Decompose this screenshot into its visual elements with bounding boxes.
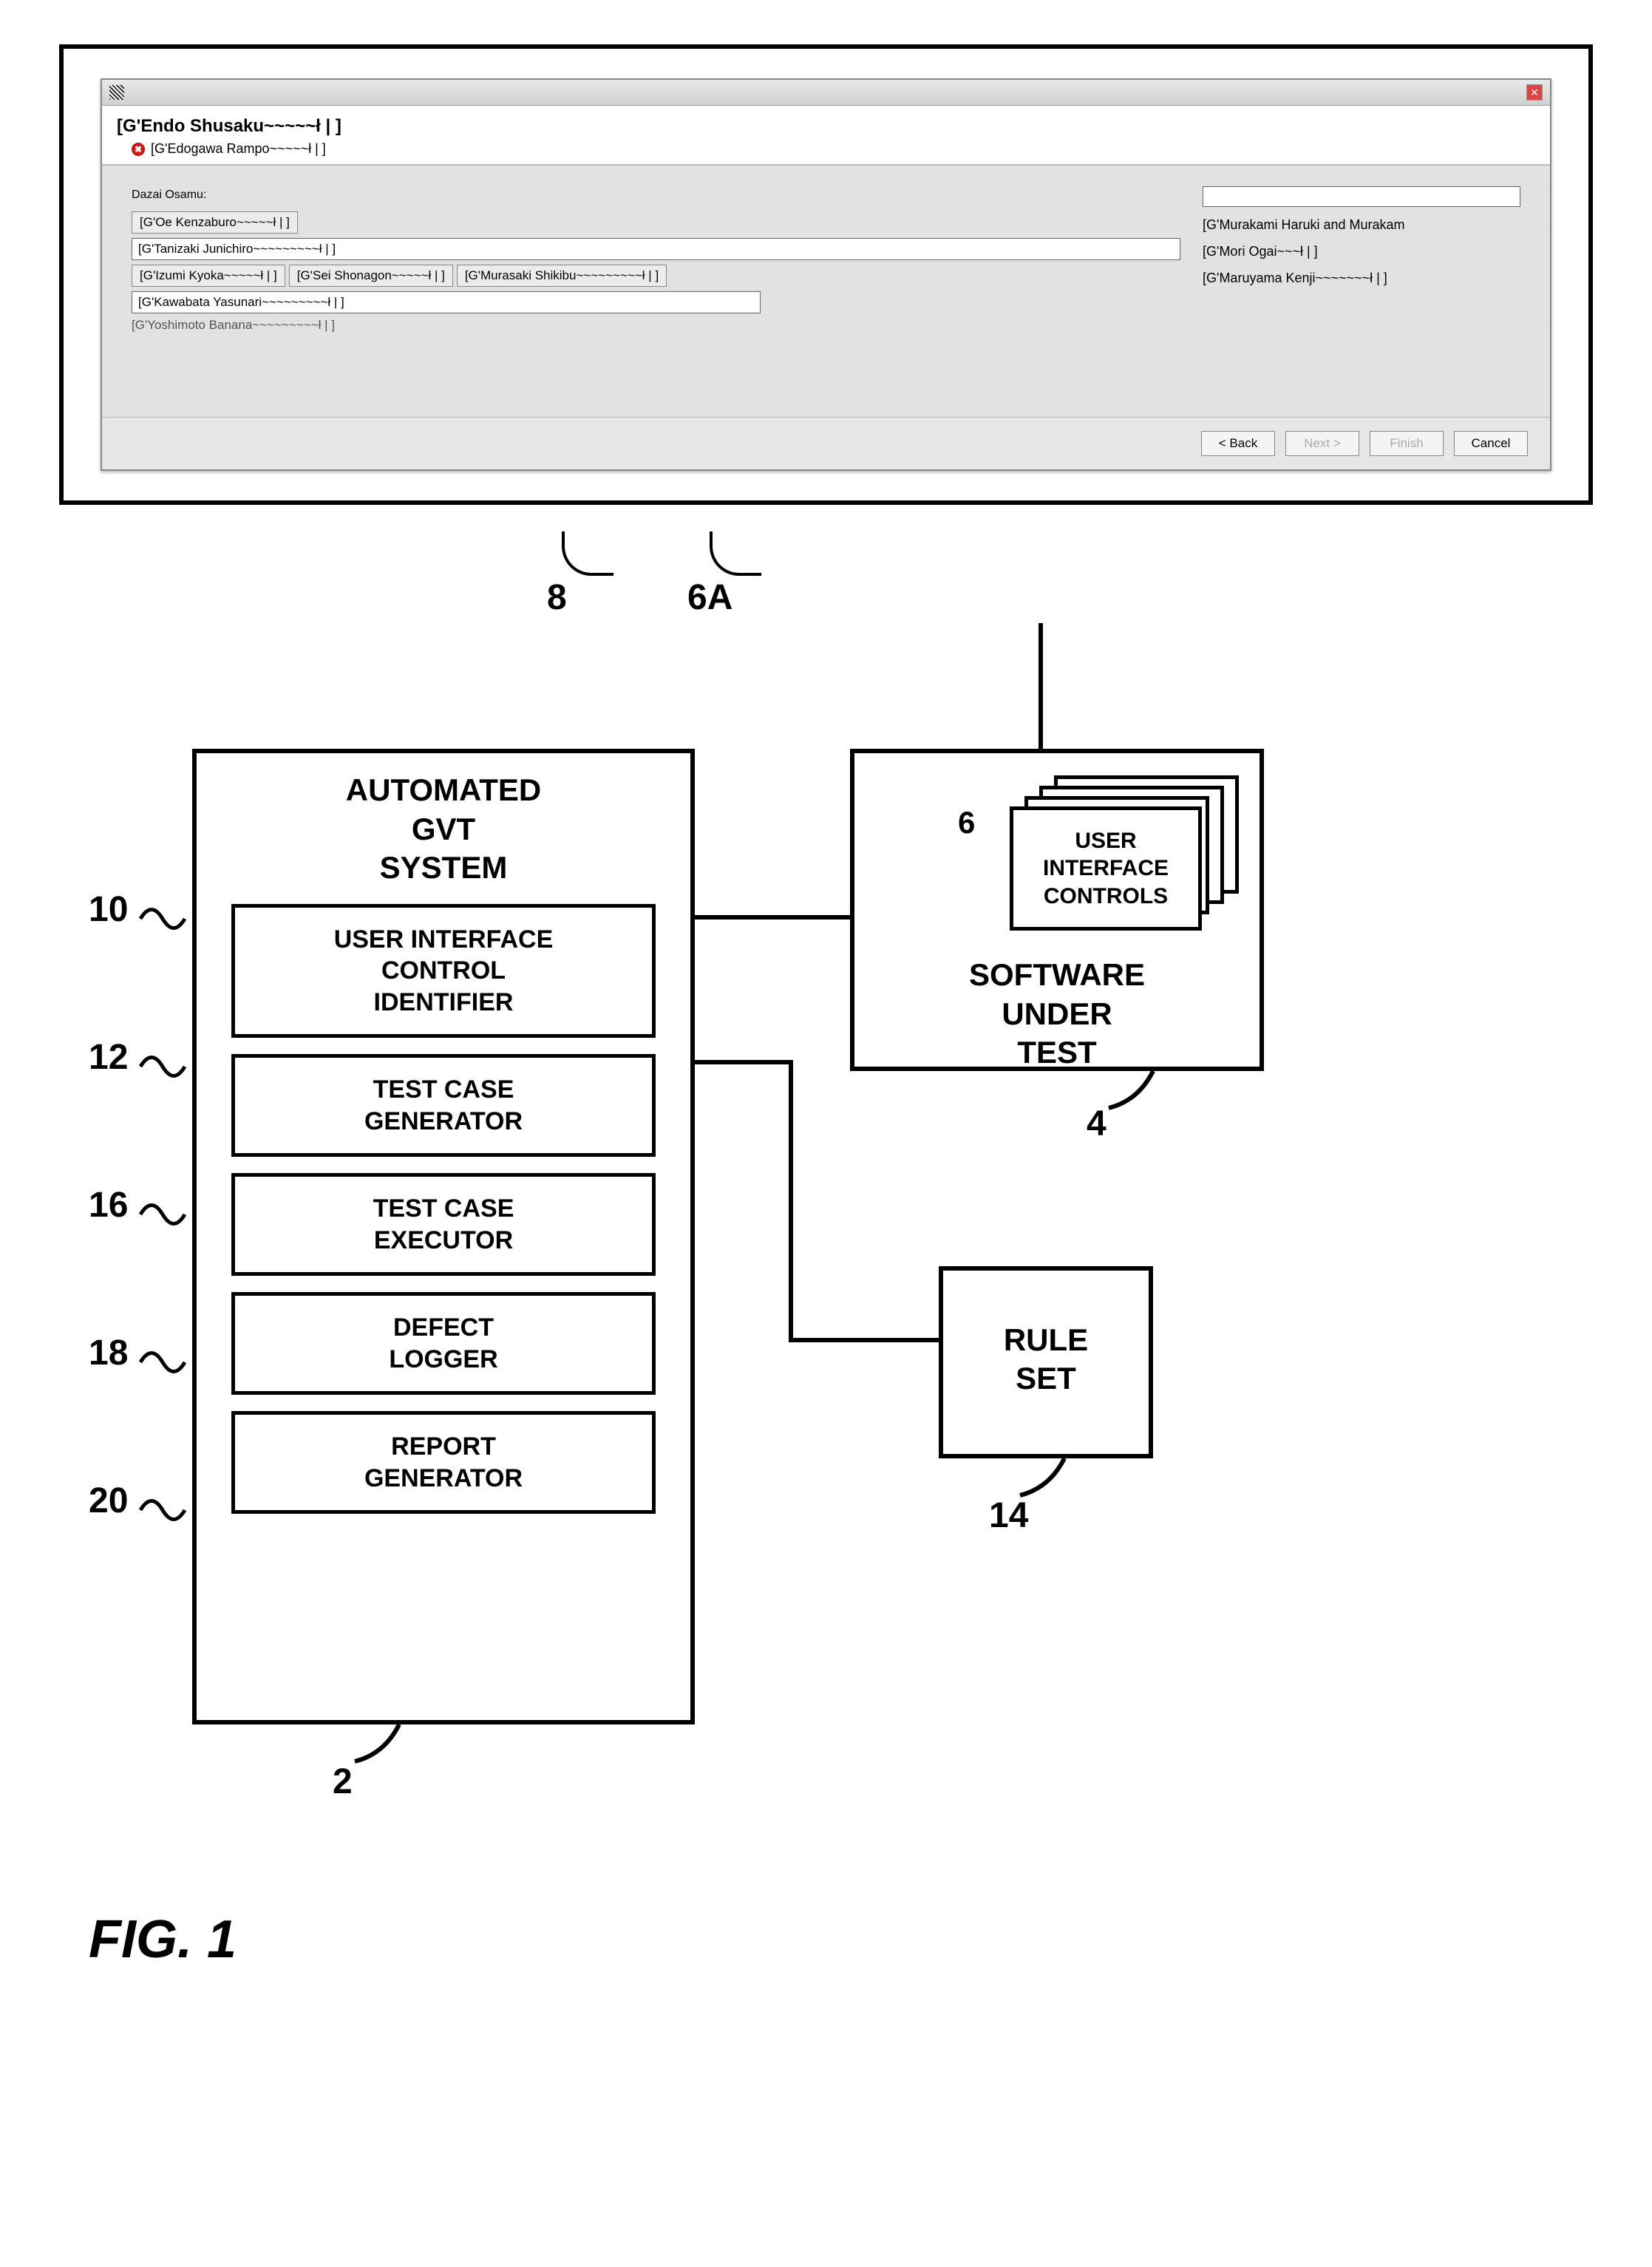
- ref-12: 12: [89, 1037, 128, 1078]
- field-kawabata[interactable]: [G'Kawabata Yasunari~~~~~~~~~ł | ]: [132, 291, 761, 313]
- field-label: Dazai Osamu:: [132, 188, 1180, 202]
- ui-controls-stack: USER INTERFACE CONTROLS: [1010, 775, 1246, 923]
- block-diagram: AUTOMATED GVT SYSTEM USER INTERFACE CONT…: [59, 623, 1593, 1880]
- dialog-footer: < Back Next > Finish Cancel: [102, 417, 1550, 469]
- title-bar: ✕: [102, 80, 1550, 106]
- cancel-button[interactable]: Cancel: [1454, 431, 1528, 456]
- dialog-title: [G'Endo Shusaku~~~~~ł | ]: [117, 116, 1535, 137]
- app-icon: [109, 85, 124, 100]
- field-tanizaki[interactable]: [G'Tanizaki Junichiro~~~~~~~~~ł | ]: [132, 238, 1180, 260]
- ref-2: 2: [333, 1761, 353, 1802]
- automated-gvt-system: AUTOMATED GVT SYSTEM USER INTERFACE CONT…: [192, 749, 695, 1724]
- test-case-generator: TEST CASE GENERATOR: [231, 1054, 656, 1157]
- ref-10: 10: [89, 889, 128, 930]
- ref-6a: 6A: [687, 577, 732, 618]
- label-murakami: [G'Murakami Haruki and Murakam: [1203, 217, 1405, 232]
- ref-8: 8: [547, 577, 567, 618]
- ref-16: 16: [89, 1185, 128, 1226]
- finish-button[interactable]: Finish: [1370, 431, 1444, 456]
- screenshot-frame: ✕ [G'Endo Shusaku~~~~~ł | ] ✖ [G'Edogawa…: [59, 44, 1593, 505]
- figure-label: FIG. 1: [89, 1909, 1593, 1970]
- ui-controls-box: USER INTERFACE CONTROLS: [1010, 806, 1202, 931]
- report-generator: REPORT GENERATOR: [231, 1411, 656, 1514]
- ref-14: 14: [989, 1495, 1028, 1536]
- label-maruyama: [G'Maruyama Kenji~~~~~~~ł | ]: [1203, 271, 1387, 285]
- label-mori: [G'Mori Ogai~~~ł | ]: [1203, 244, 1318, 259]
- ref-4: 4: [1087, 1104, 1107, 1144]
- next-button[interactable]: Next >: [1285, 431, 1359, 456]
- ref-20: 20: [89, 1481, 128, 1521]
- btn-oe[interactable]: [G'Oe Kenzaburo~~~~~ł | ]: [132, 211, 298, 234]
- ref-18: 18: [89, 1333, 128, 1373]
- text-input-blank[interactable]: [1203, 186, 1520, 207]
- dialog-window: ✕ [G'Endo Shusaku~~~~~ł | ] ✖ [G'Edogawa…: [101, 78, 1551, 471]
- defect-logger: DEFECT LOGGER: [231, 1292, 656, 1395]
- back-button[interactable]: < Back: [1201, 431, 1275, 456]
- sut-title: SOFTWARE UNDER TEST: [960, 938, 1154, 1078]
- dialog-body: Dazai Osamu: [G'Oe Kenzaburo~~~~~ł | ] […: [102, 166, 1550, 417]
- software-under-test: USER INTERFACE CONTROLS 6 SOFTWARE UNDER…: [850, 749, 1264, 1071]
- btn-sei[interactable]: [G'Sei Shonagon~~~~~ł | ]: [289, 265, 453, 287]
- gvt-title: AUTOMATED GVT SYSTEM: [337, 753, 550, 894]
- rule-set: RULE SET: [939, 1266, 1153, 1458]
- dialog-subtitle: [G'Edogawa Rampo~~~~~ł | ]: [151, 141, 326, 157]
- test-case-executor: TEST CASE EXECUTOR: [231, 1173, 656, 1276]
- dialog-header: [G'Endo Shusaku~~~~~ł | ] ✖ [G'Edogawa R…: [102, 106, 1550, 166]
- btn-izumi[interactable]: [G'Izumi Kyoka~~~~~ł | ]: [132, 265, 285, 287]
- btn-murasaki[interactable]: [G'Murasaki Shikibu~~~~~~~~~ł | ]: [457, 265, 667, 287]
- close-icon[interactable]: ✕: [1526, 84, 1543, 101]
- ui-control-identifier: USER INTERFACE CONTROL IDENTIFIER: [231, 904, 656, 1039]
- error-icon: ✖: [132, 143, 145, 156]
- label-yoshimoto: [G'Yoshimoto Banana~~~~~~~~~ł | ]: [132, 318, 1520, 333]
- frame-callouts: 8 6A: [59, 534, 1593, 623]
- rule-set-title: RULE SET: [995, 1321, 1097, 1404]
- ref-6: 6: [958, 805, 975, 840]
